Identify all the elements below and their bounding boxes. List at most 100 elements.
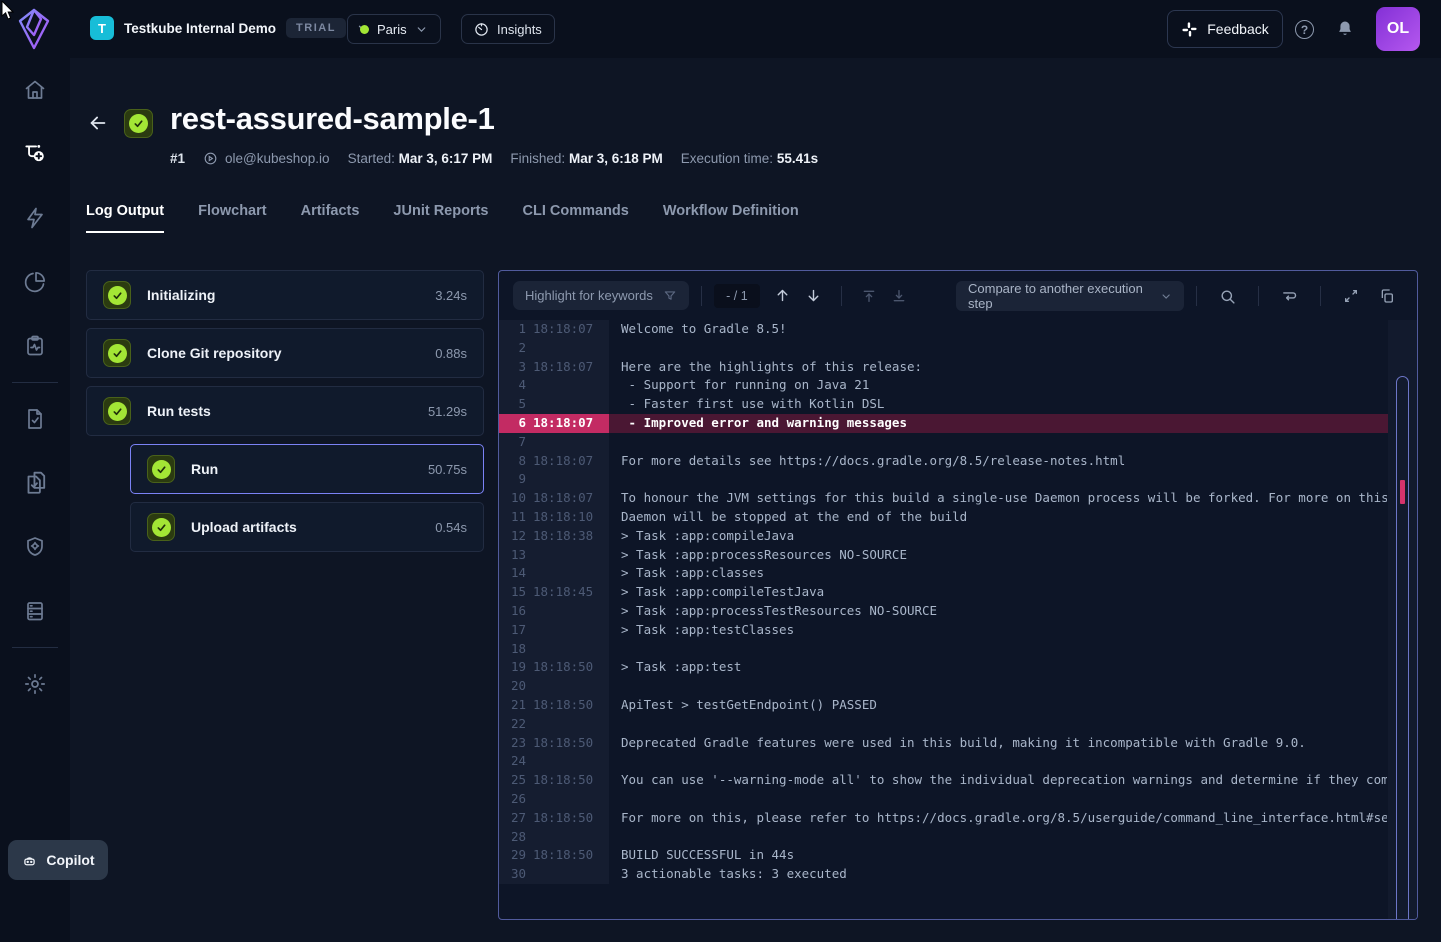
line-timestamp [533, 640, 609, 659]
tab-artifacts[interactable]: Artifacts [301, 203, 360, 233]
sidebar-item-status-pages[interactable] [0, 314, 70, 378]
tab-log-output[interactable]: Log Output [86, 203, 164, 233]
line-number: 23 [499, 734, 533, 753]
wrap-lines-icon[interactable] [1281, 288, 1298, 305]
tab-junit-reports[interactable]: JUnit Reports [393, 203, 488, 233]
line-timestamp: 18:18:50 [533, 696, 609, 715]
robot-icon [21, 852, 38, 869]
test-suites-icon [22, 470, 48, 496]
log-line: 13> Task :app:processResources NO-SOURCE [499, 546, 1417, 565]
jump-to-bottom-icon[interactable] [891, 288, 907, 304]
step-run[interactable]: Run 50.75s [130, 444, 484, 494]
line-number: 24 [499, 752, 533, 771]
log-line: 14> Task :app:classes [499, 564, 1417, 583]
arrow-up-icon[interactable] [774, 287, 791, 304]
plan-badge: TRIAL [286, 18, 346, 38]
log-line: 2318:18:50Deprecated Gradle features wer… [499, 734, 1417, 753]
log-lines[interactable]: 118:18:07Welcome to Gradle 8.5!2318:18:0… [499, 320, 1417, 919]
sidebar-item-test-suites[interactable] [0, 451, 70, 515]
log-scrollbar-track[interactable] [1388, 320, 1417, 919]
log-line: 1518:18:45> Task :app:compileTestJava [499, 583, 1417, 602]
org-selector[interactable]: T Testkube Internal Demo TRIAL [90, 16, 370, 40]
step-run-tests[interactable]: Run tests 51.29s [86, 386, 484, 436]
jump-to-top-icon[interactable] [861, 288, 877, 304]
copilot-button[interactable]: Copilot [8, 840, 108, 880]
play-circle-icon [203, 151, 218, 166]
log-line: 818:18:07For more details see https://do… [499, 452, 1417, 471]
sidebar-item-webhooks-shield[interactable] [0, 515, 70, 579]
sidebar-item-triggers[interactable] [0, 186, 70, 250]
line-timestamp: 18:18:50 [533, 658, 609, 677]
step-label: Upload artifacts [191, 519, 435, 535]
highlight-position-marker [1400, 480, 1405, 504]
log-line: 7 [499, 433, 1417, 452]
notifications-bell-icon[interactable] [1335, 19, 1355, 39]
match-counter: - / 1 [714, 284, 760, 308]
tab-workflow-definition[interactable]: Workflow Definition [663, 203, 799, 233]
line-number: 25 [499, 771, 533, 790]
line-text: > Task :app:compileJava [609, 527, 1387, 546]
expand-icon[interactable] [1343, 288, 1359, 304]
line-timestamp [533, 677, 609, 696]
testkube-logo[interactable] [14, 7, 54, 51]
sidebar-item-insights-pie[interactable] [0, 250, 70, 314]
log-line: 22 [499, 715, 1417, 734]
sidebar-item-executors-server[interactable] [0, 579, 70, 643]
line-number: 27 [499, 809, 533, 828]
settings-gear-icon [23, 672, 47, 696]
sidebar-divider [12, 647, 58, 648]
line-timestamp [533, 715, 609, 734]
env-name: Paris [377, 22, 407, 37]
line-timestamp [533, 546, 609, 565]
line-text: > Task :app:classes [609, 564, 1387, 583]
line-number: 3 [499, 358, 533, 377]
line-text: > Task :app:processTestResources NO-SOUR… [609, 602, 1387, 621]
insights-button[interactable]: Insights [461, 14, 555, 44]
step-initializing[interactable]: Initializing 3.24s [86, 270, 484, 320]
log-scrollbar-thumb[interactable] [1396, 376, 1409, 920]
sidebar-item-settings-gear[interactable] [0, 652, 70, 716]
line-text: - Faster first use with Kotlin DSL [609, 395, 1387, 414]
line-number: 5 [499, 395, 533, 414]
line-timestamp [533, 790, 609, 809]
back-button[interactable] [87, 112, 109, 134]
search-icon[interactable] [1219, 288, 1236, 305]
line-timestamp [533, 828, 609, 847]
sidebar-item-workflows[interactable] [0, 122, 70, 186]
feedback-button[interactable]: Feedback [1167, 10, 1283, 48]
line-text [609, 433, 1387, 452]
log-line: 26 [499, 790, 1417, 809]
help-icon[interactable]: ? [1295, 20, 1314, 39]
line-text [609, 339, 1387, 358]
line-number: 12 [499, 527, 533, 546]
log-line: 4 - Support for running on Java 21 [499, 376, 1417, 395]
keyword-filter[interactable]: Highlight for keywords [513, 281, 689, 310]
step-clone-git-repository[interactable]: Clone Git repository 0.88s [86, 328, 484, 378]
line-timestamp: 18:18:50 [533, 809, 609, 828]
line-timestamp: 18:18:50 [533, 734, 609, 753]
sidebar-divider [12, 382, 58, 383]
tab-cli-commands[interactable]: CLI Commands [523, 203, 629, 233]
line-text: Welcome to Gradle 8.5! [609, 320, 1387, 339]
arrow-down-icon[interactable] [805, 287, 822, 304]
copy-icon[interactable] [1379, 288, 1395, 304]
step-upload-artifacts[interactable]: Upload artifacts 0.54s [130, 502, 484, 552]
log-line: 1918:18:50> Task :app:test [499, 658, 1417, 677]
sidebar-item-test-doc[interactable] [0, 387, 70, 451]
line-number: 4 [499, 376, 533, 395]
environment-selector[interactable]: Paris [347, 14, 441, 44]
line-timestamp: 18:18:07 [533, 489, 609, 508]
line-timestamp [533, 865, 609, 884]
execution-meta: #1 ole@kubeshop.io Started: Mar 3, 6:17 … [170, 151, 818, 166]
line-text [609, 828, 1387, 847]
user-avatar[interactable]: OL [1376, 7, 1420, 51]
line-number: 10 [499, 489, 533, 508]
line-number: 17 [499, 621, 533, 640]
line-number: 11 [499, 508, 533, 527]
top-bar: T Testkube Internal Demo TRIAL Paris Ins… [0, 0, 1441, 58]
tab-flowchart[interactable]: Flowchart [198, 203, 266, 233]
log-line: 1018:18:07To honour the JVM settings for… [499, 489, 1417, 508]
mouse-cursor [1, 1, 17, 21]
compare-step-select[interactable]: Compare to another execution step [956, 281, 1184, 311]
sidebar-item-home[interactable] [0, 58, 70, 122]
